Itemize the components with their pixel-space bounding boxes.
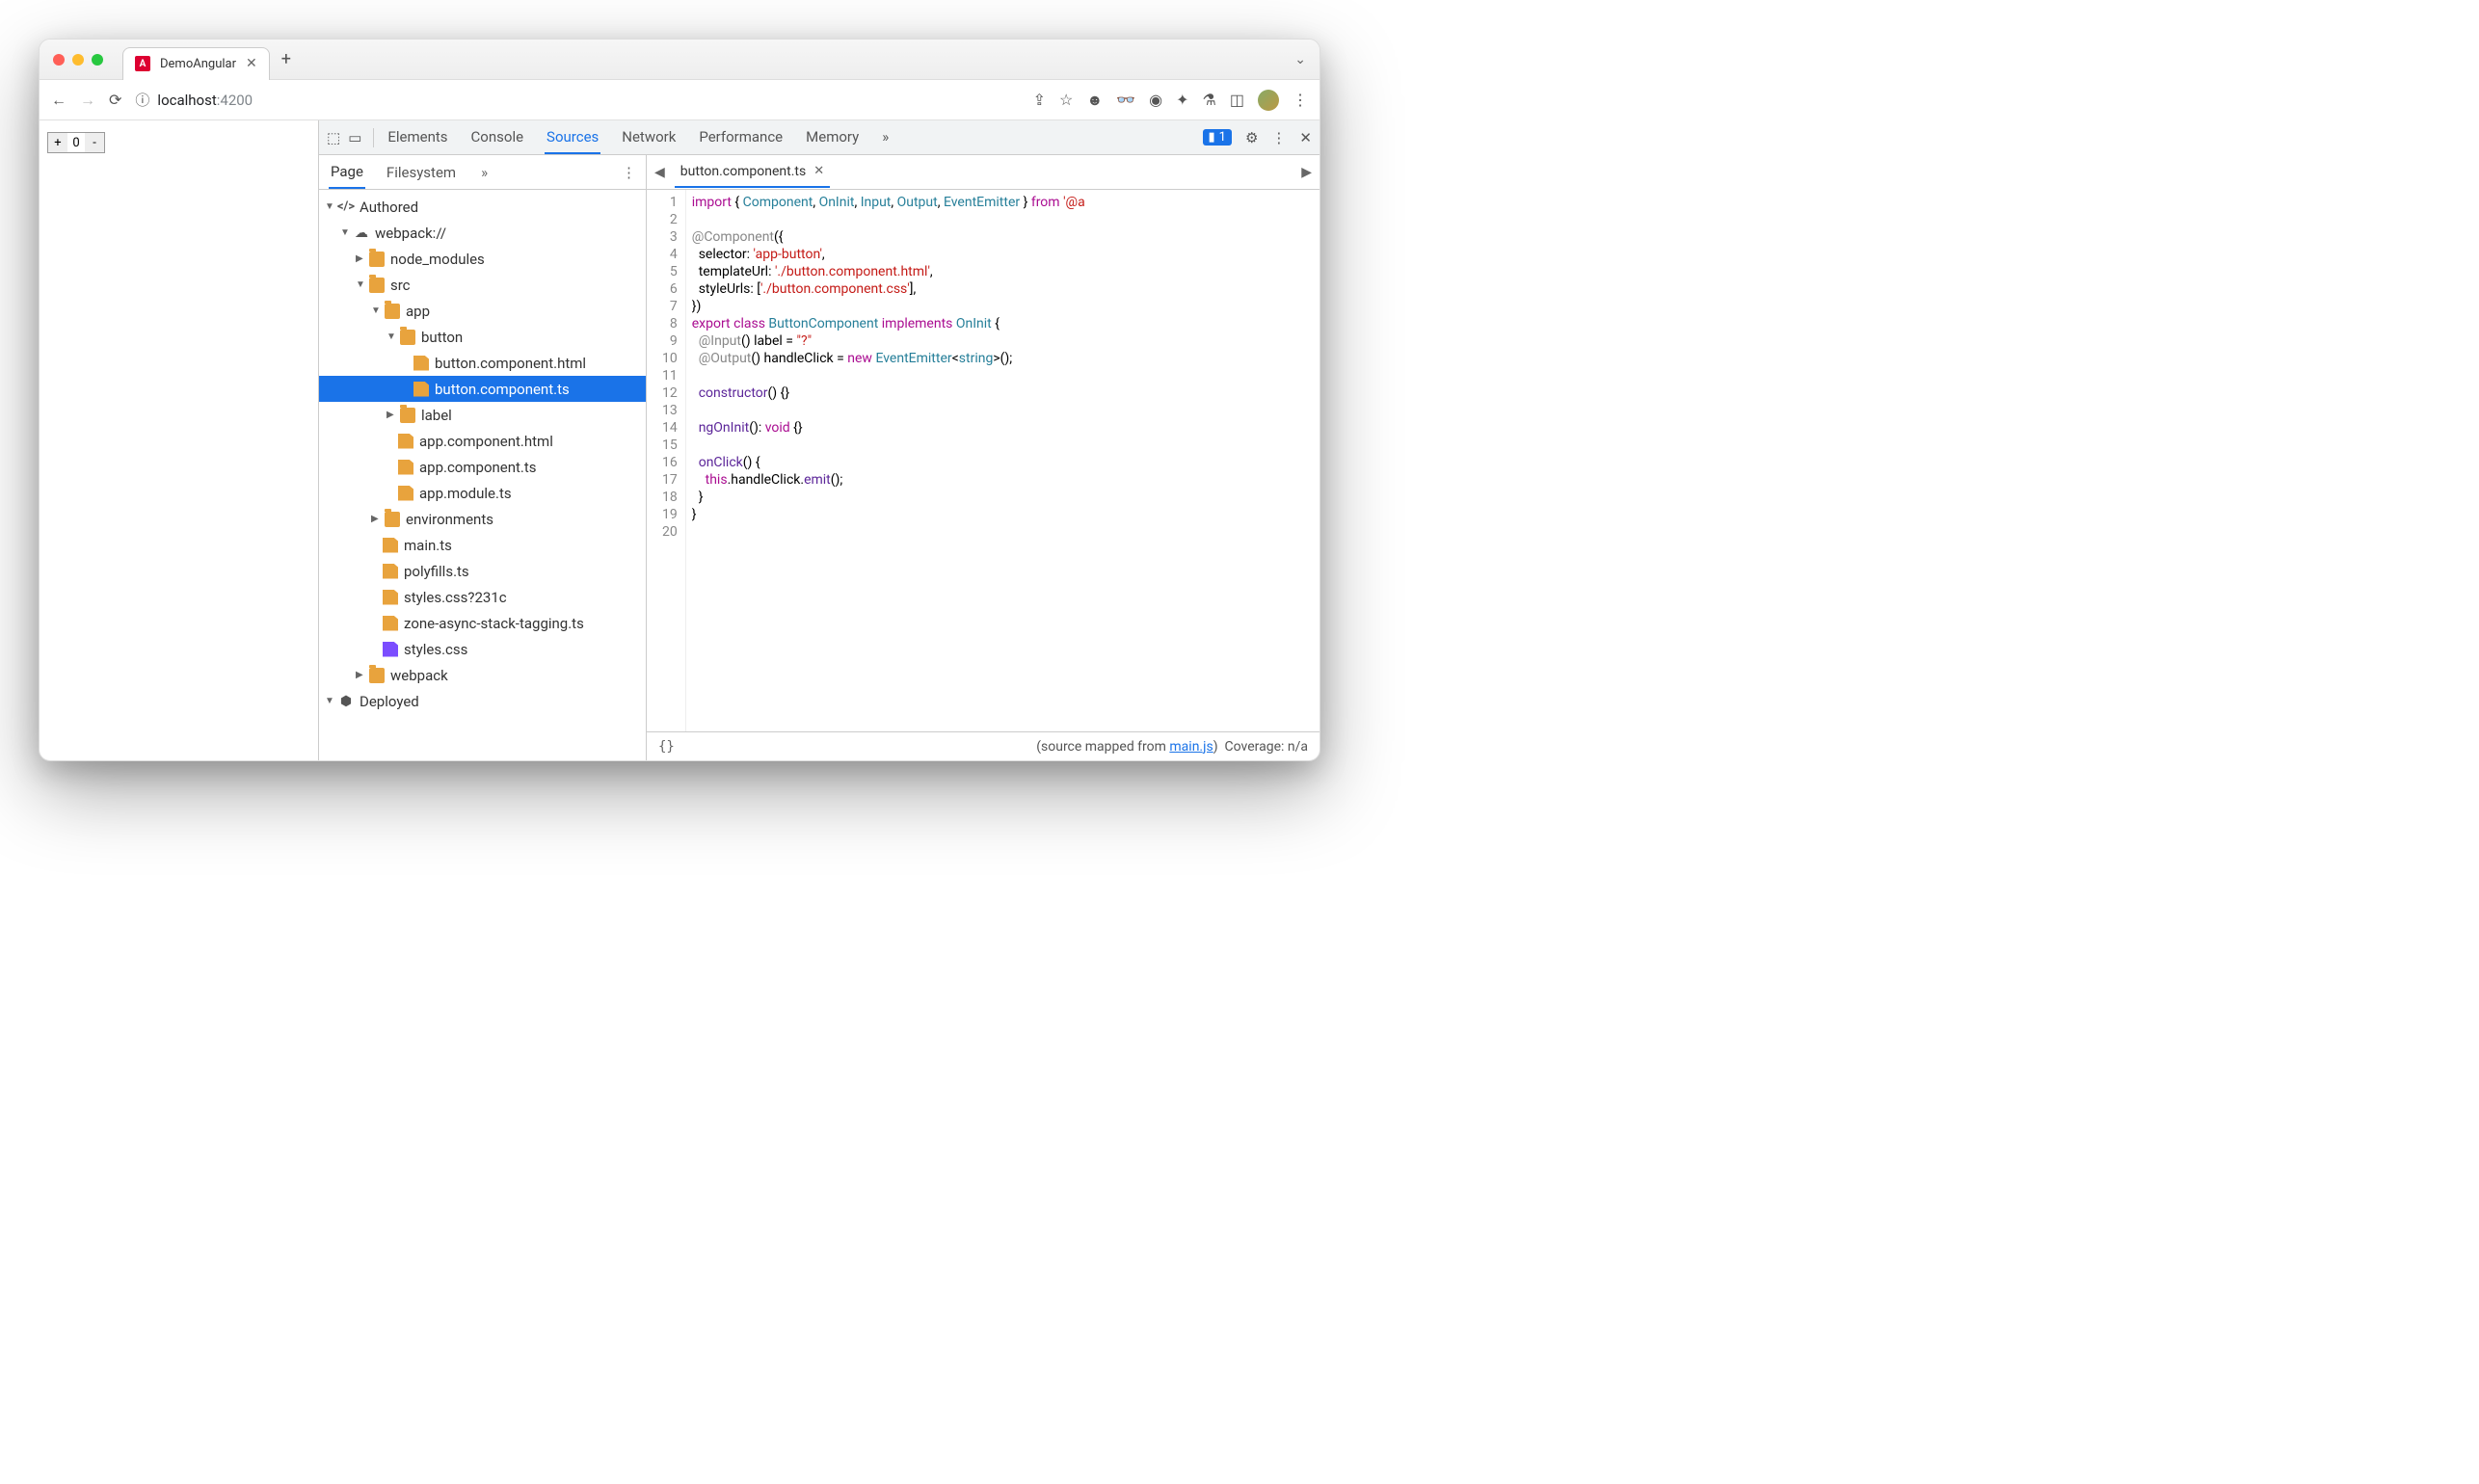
extension-icon[interactable]: ☻ bbox=[1086, 91, 1103, 110]
kebab-menu-icon[interactable]: ⋮ bbox=[1271, 129, 1286, 146]
tree-app-module[interactable]: app.module.ts bbox=[319, 480, 646, 506]
editor-tabbar: ◀ button.component.ts ✕ ▶ bbox=[647, 155, 1319, 190]
tree-menu-icon[interactable]: ⋮ bbox=[622, 164, 636, 181]
tree-button-ts[interactable]: button.component.ts bbox=[319, 376, 646, 402]
site-info-icon[interactable]: ⓘ bbox=[135, 90, 149, 110]
devtools-tabs: Elements Console Sources Network Perform… bbox=[386, 121, 1194, 154]
browser-window: A DemoAngular ✕ + ⌄ ← → ⟳ ⓘ localhost:42… bbox=[39, 39, 1320, 761]
close-tab-icon[interactable]: ✕ bbox=[246, 56, 257, 71]
close-window-icon[interactable] bbox=[53, 54, 65, 66]
tree-deployed[interactable]: ▼⬢Deployed bbox=[319, 688, 646, 714]
sidepanel-icon[interactable]: ◫ bbox=[1230, 91, 1244, 109]
tab-performance[interactable]: Performance bbox=[697, 121, 785, 154]
counter-widget: + 0 - bbox=[47, 132, 105, 153]
source-map-link[interactable]: main.js bbox=[1169, 739, 1213, 755]
devtools-panel: ⬚ ▭ Elements Console Sources Network Per… bbox=[319, 120, 1319, 760]
subtab-filesystem[interactable]: Filesystem bbox=[385, 157, 458, 188]
content-area: + 0 - ⬚ ▭ Elements Console Sources Netwo… bbox=[40, 120, 1319, 760]
devtools-tabbar: ⬚ ▭ Elements Console Sources Network Per… bbox=[319, 120, 1319, 155]
tree-webpack[interactable]: ▼☁webpack:// bbox=[319, 220, 646, 246]
new-tab-button[interactable]: + bbox=[281, 49, 291, 69]
file-tree: ▼</>Authored ▼☁webpack:// ▶node_modules … bbox=[319, 190, 646, 760]
tree-authored[interactable]: ▼</>Authored bbox=[319, 194, 646, 220]
tree-polyfills[interactable]: polyfills.ts bbox=[319, 558, 646, 584]
profile-avatar[interactable] bbox=[1258, 90, 1279, 111]
code-body[interactable]: import { Component, OnInit, Input, Outpu… bbox=[686, 190, 1319, 731]
bookmark-icon[interactable]: ☆ bbox=[1059, 91, 1073, 109]
maximize-window-icon[interactable] bbox=[92, 54, 103, 66]
subtab-page[interactable]: Page bbox=[329, 156, 365, 189]
nav-back-icon[interactable]: ◀ bbox=[654, 165, 665, 180]
more-tabs-icon[interactable]: » bbox=[880, 121, 891, 154]
share-icon[interactable]: ⇪ bbox=[1033, 91, 1046, 109]
devtools-ext-icon[interactable]: ◉ bbox=[1149, 91, 1162, 109]
tree-src[interactable]: ▼src bbox=[319, 272, 646, 298]
traffic-lights bbox=[53, 54, 103, 66]
extensions-icon[interactable]: ✦ bbox=[1176, 91, 1188, 109]
editor-statusbar: {} (source mapped from main.js) Coverage… bbox=[647, 731, 1319, 760]
editor-tab-name: button.component.ts bbox=[680, 164, 806, 179]
address-field[interactable]: ⓘ localhost:4200 bbox=[135, 90, 1019, 110]
sources-panel: Page Filesystem » ⋮ ▼</>Authored ▼☁webpa… bbox=[319, 155, 1319, 760]
incognito-icon[interactable]: 👓 bbox=[1116, 91, 1135, 109]
tree-webpack-folder[interactable]: ▶webpack bbox=[319, 662, 646, 688]
more-subtabs-icon[interactable]: » bbox=[481, 164, 488, 181]
url-bar: ← → ⟳ ⓘ localhost:4200 ⇪ ☆ ☻ 👓 ◉ ✦ ⚗ ◫ ⋮ bbox=[40, 80, 1319, 120]
reload-button[interactable]: ⟳ bbox=[109, 91, 121, 109]
tree-button-html[interactable]: button.component.html bbox=[319, 350, 646, 376]
expand-tabs-icon[interactable]: ⌄ bbox=[1294, 52, 1306, 67]
toolbar-icons: ⇪ ☆ ☻ 👓 ◉ ✦ ⚗ ◫ ⋮ bbox=[1033, 90, 1308, 111]
minimize-window-icon[interactable] bbox=[72, 54, 84, 66]
increment-button[interactable]: + bbox=[48, 133, 67, 152]
issues-badge[interactable]: ▮ 1 bbox=[1203, 129, 1232, 146]
code-editor: ◀ button.component.ts ✕ ▶ 12345678910111… bbox=[647, 155, 1319, 760]
close-file-icon[interactable]: ✕ bbox=[813, 164, 824, 178]
decrement-button[interactable]: - bbox=[85, 133, 104, 152]
editor-tab[interactable]: button.component.ts ✕ bbox=[675, 157, 830, 188]
sources-subtabs: Page Filesystem » ⋮ bbox=[319, 155, 646, 190]
tree-styles-css[interactable]: styles.css bbox=[319, 636, 646, 662]
tree-app[interactable]: ▼app bbox=[319, 298, 646, 324]
line-gutter: 1234567891011121314151617181920 bbox=[647, 190, 686, 731]
tree-label-folder[interactable]: ▶label bbox=[319, 402, 646, 428]
settings-icon[interactable]: ⚙ bbox=[1245, 129, 1258, 146]
code-view[interactable]: 1234567891011121314151617181920 import {… bbox=[647, 190, 1319, 731]
file-tree-pane: Page Filesystem » ⋮ ▼</>Authored ▼☁webpa… bbox=[319, 155, 647, 760]
labs-icon[interactable]: ⚗ bbox=[1203, 91, 1216, 109]
pretty-print-icon[interactable]: {} bbox=[658, 739, 675, 755]
tree-app-html[interactable]: app.component.html bbox=[319, 428, 646, 454]
status-text: (source mapped from main.js) Coverage: n… bbox=[1036, 739, 1308, 755]
angular-favicon-icon: A bbox=[135, 56, 150, 71]
browser-tab[interactable]: A DemoAngular ✕ bbox=[122, 47, 270, 80]
tab-elements[interactable]: Elements bbox=[386, 121, 449, 154]
close-devtools-icon[interactable]: ✕ bbox=[1299, 129, 1312, 146]
tree-main-ts[interactable]: main.ts bbox=[319, 532, 646, 558]
tab-console[interactable]: Console bbox=[469, 121, 526, 154]
tree-zone[interactable]: zone-async-stack-tagging.ts bbox=[319, 610, 646, 636]
tree-app-ts[interactable]: app.component.ts bbox=[319, 454, 646, 480]
device-toolbar-icon[interactable]: ▭ bbox=[348, 129, 361, 146]
tab-sources[interactable]: Sources bbox=[545, 121, 600, 154]
tree-styles-hash[interactable]: styles.css?231c bbox=[319, 584, 646, 610]
tree-environments[interactable]: ▶environments bbox=[319, 506, 646, 532]
tab-title: DemoAngular bbox=[160, 57, 236, 71]
page-viewport: + 0 - bbox=[40, 120, 319, 760]
forward-button[interactable]: → bbox=[80, 91, 95, 110]
tab-network[interactable]: Network bbox=[620, 121, 678, 154]
tab-memory[interactable]: Memory bbox=[804, 121, 861, 154]
inspect-element-icon[interactable]: ⬚ bbox=[327, 129, 340, 146]
counter-value: 0 bbox=[67, 136, 85, 150]
menu-icon[interactable]: ⋮ bbox=[1293, 91, 1308, 109]
back-button[interactable]: ← bbox=[51, 91, 67, 110]
nav-forward-icon[interactable]: ▶ bbox=[1301, 165, 1312, 180]
tree-button-folder[interactable]: ▼button bbox=[319, 324, 646, 350]
tree-node-modules[interactable]: ▶node_modules bbox=[319, 246, 646, 272]
titlebar: A DemoAngular ✕ + ⌄ bbox=[40, 40, 1319, 80]
